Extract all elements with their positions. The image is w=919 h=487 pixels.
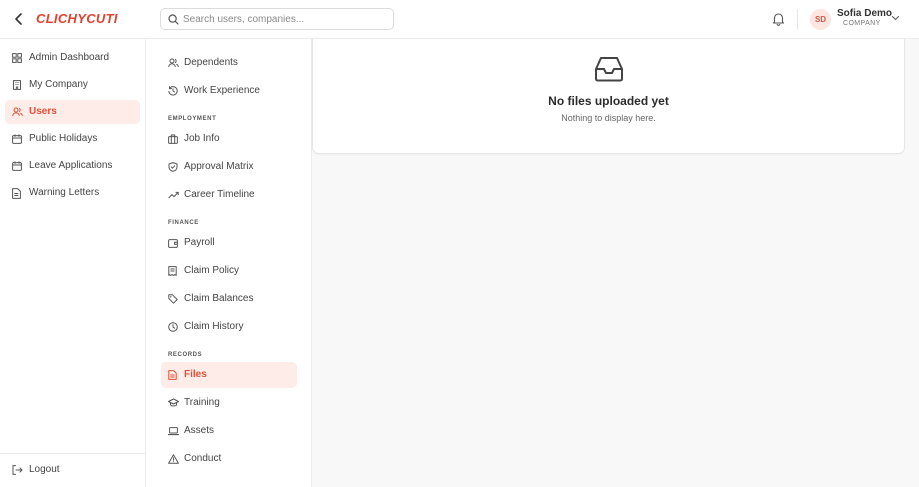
subnav-item-claim-history[interactable]: Claim History bbox=[161, 314, 297, 340]
subnav-item-files[interactable]: Files bbox=[161, 362, 297, 388]
sidebar-item-label: Leave Applications bbox=[29, 160, 113, 171]
sidebar-item-label: Warning Letters bbox=[29, 187, 100, 198]
receipt-icon bbox=[168, 266, 177, 276]
search-box[interactable] bbox=[160, 8, 394, 30]
sidebar-item-users[interactable]: Users bbox=[5, 100, 140, 124]
subnav-item-label: Files bbox=[184, 369, 207, 380]
shield-check-icon bbox=[168, 162, 178, 172]
bell-icon[interactable] bbox=[772, 12, 785, 26]
empty-state-title: No files uploaded yet bbox=[548, 94, 669, 108]
users-icon bbox=[168, 58, 179, 68]
logout-button[interactable]: Logout bbox=[5, 458, 140, 482]
top-bar: CLICHYCUTI SD Sofia Demo COMPANY bbox=[0, 0, 919, 39]
sidebar-item-label: Public Holidays bbox=[29, 133, 98, 144]
sidebar-item-label: Admin Dashboard bbox=[29, 52, 110, 63]
subnav-item-approval-matrix[interactable]: Approval Matrix bbox=[161, 154, 297, 180]
laptop-icon bbox=[168, 427, 179, 436]
subnav-item-claim-balances[interactable]: Claim Balances bbox=[161, 286, 297, 312]
graduation-cap-icon bbox=[168, 398, 179, 407]
tag-icon bbox=[168, 294, 178, 304]
clock-icon bbox=[168, 322, 178, 332]
wallet-icon bbox=[168, 239, 178, 248]
alert-triangle-icon bbox=[168, 454, 179, 464]
subnav-item-label: Career Timeline bbox=[184, 189, 255, 200]
subnav-item-payroll[interactable]: Payroll bbox=[161, 230, 297, 256]
sidebar-item-leave-applications[interactable]: Leave Applications bbox=[5, 154, 140, 178]
sidebar-item-my-company[interactable]: My Company bbox=[5, 73, 140, 97]
subnav-item-assets[interactable]: Assets bbox=[161, 418, 297, 444]
subnav-item-label: Job Info bbox=[184, 133, 220, 144]
sidebar-item-admin-dashboard[interactable]: Admin Dashboard bbox=[5, 46, 140, 70]
subnav-item-training[interactable]: Training bbox=[161, 390, 297, 416]
history-icon bbox=[168, 86, 178, 96]
sidebar-item-public-holidays[interactable]: Public Holidays bbox=[5, 127, 140, 151]
search-input[interactable] bbox=[183, 11, 388, 27]
trending-up-icon bbox=[168, 191, 179, 199]
subnav-item-label: Work Experience bbox=[184, 85, 260, 96]
back-arrow-icon[interactable] bbox=[12, 11, 26, 27]
file-icon bbox=[168, 370, 177, 380]
subnav-item-career-timeline[interactable]: Career Timeline bbox=[161, 182, 297, 208]
inbox-icon bbox=[595, 57, 623, 82]
sidebar-item-label: My Company bbox=[29, 79, 88, 90]
app-logo[interactable]: CLICHYCUTI bbox=[36, 11, 118, 26]
subnav-item-claim-policy[interactable]: Claim Policy bbox=[161, 258, 297, 284]
calendar-icon bbox=[12, 161, 22, 171]
document-icon bbox=[12, 188, 21, 199]
empty-state-subtitle: Nothing to display here. bbox=[561, 113, 656, 123]
files-empty-state-card: No files uploaded yet Nothing to display… bbox=[312, 39, 905, 154]
section-heading-records: RECORDS bbox=[168, 352, 203, 358]
logout-icon bbox=[12, 465, 23, 475]
subnav-item-label: Payroll bbox=[184, 237, 215, 248]
search-icon bbox=[168, 14, 179, 25]
avatar[interactable]: SD bbox=[810, 9, 831, 30]
section-heading-employment: EMPLOYMENT bbox=[168, 116, 217, 122]
dashboard-icon bbox=[12, 53, 22, 63]
user-role: COMPANY bbox=[843, 20, 881, 27]
subnav-item-label: Conduct bbox=[184, 453, 222, 464]
subnav-item-work-experience[interactable]: Work Experience bbox=[161, 78, 297, 104]
sidebar: Admin Dashboard My Company Users Public … bbox=[0, 39, 146, 487]
subnav-item-job-info[interactable]: Job Info bbox=[161, 126, 297, 152]
sidebar-item-warning-letters[interactable]: Warning Letters bbox=[5, 181, 140, 205]
profile-subnav: Dependents Work Experience EMPLOYMENT Jo… bbox=[146, 39, 312, 487]
subnav-item-label: Assets bbox=[184, 425, 215, 436]
subnav-item-label: Claim Balances bbox=[184, 293, 254, 304]
logout-label: Logout bbox=[29, 464, 60, 475]
subnav-item-label: Claim Policy bbox=[184, 265, 240, 276]
subnav-item-label: Dependents bbox=[184, 57, 238, 68]
sidebar-item-label: Users bbox=[29, 106, 57, 117]
subnav-item-dependents[interactable]: Dependents bbox=[161, 50, 297, 76]
chevron-down-icon[interactable] bbox=[891, 15, 900, 22]
header-divider bbox=[797, 9, 798, 30]
subnav-item-label: Training bbox=[184, 397, 220, 408]
users-icon bbox=[12, 107, 23, 117]
sidebar-divider bbox=[0, 453, 145, 454]
section-heading-finance: FINANCE bbox=[168, 220, 199, 226]
briefcase-icon bbox=[168, 134, 178, 144]
subnav-item-label: Claim History bbox=[184, 321, 244, 332]
subnav-item-conduct[interactable]: Conduct bbox=[161, 446, 297, 472]
calendar-icon bbox=[12, 134, 22, 144]
user-name[interactable]: Sofia Demo bbox=[837, 8, 892, 19]
subnav-item-label: Approval Matrix bbox=[184, 161, 254, 172]
building-icon bbox=[13, 80, 21, 90]
